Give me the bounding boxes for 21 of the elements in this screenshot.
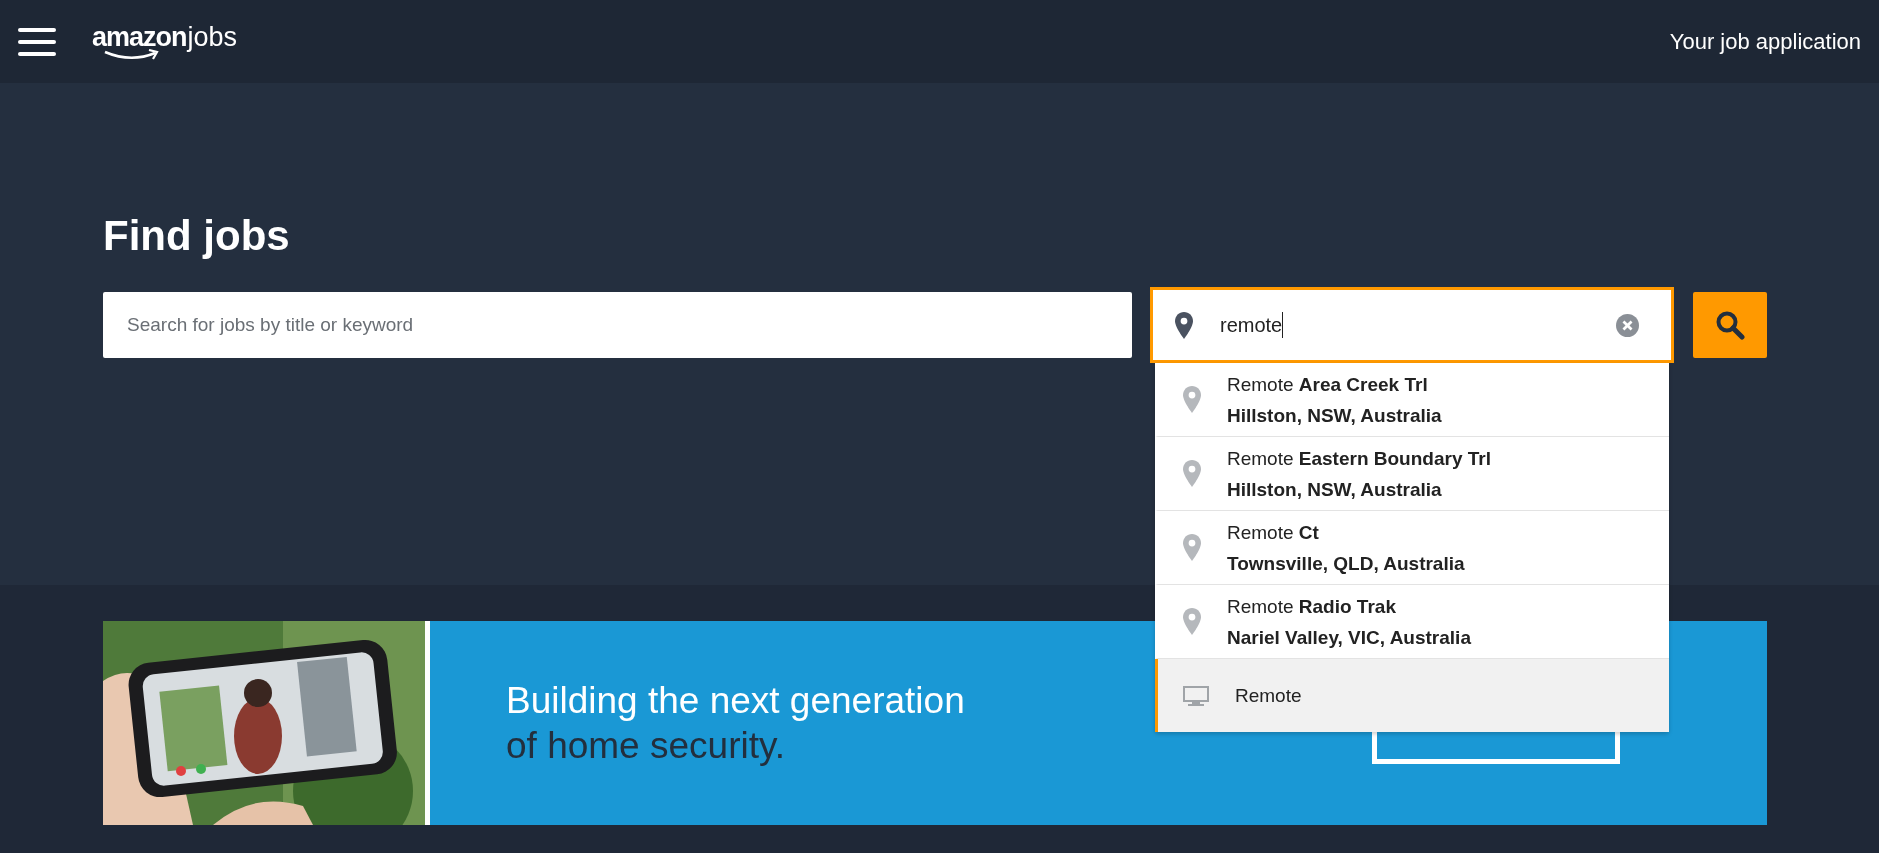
search-icon — [1715, 310, 1745, 341]
suggestion-item[interactable]: Remote Ct Townsville, QLD, Australia — [1155, 511, 1669, 586]
keyword-search-field[interactable]: Search for jobs by title or keyword — [103, 292, 1132, 359]
logo[interactable]: amazonjobs — [92, 22, 238, 61]
suggestion-item[interactable]: Remote Eastern Boundary Trl Hillston, NSW, Australia — [1155, 437, 1669, 512]
location-pin-icon — [1183, 386, 1201, 414]
location-pin-icon — [1175, 311, 1193, 339]
clear-icon[interactable] — [1616, 313, 1639, 337]
location-pin-icon — [1183, 608, 1201, 636]
job-application-link[interactable]: Your job application — [1669, 28, 1861, 55]
search-button[interactable] — [1693, 292, 1767, 359]
page-title: Find jobs — [103, 213, 291, 260]
location-search-field[interactable]: remote — [1150, 287, 1674, 364]
banner-headline: Building the next generation — [506, 679, 965, 723]
menu-icon[interactable] — [18, 26, 56, 57]
location-pin-icon — [1183, 534, 1201, 562]
location-pin-icon — [1183, 460, 1201, 488]
suggestion-item[interactable]: Remote — [1155, 659, 1669, 733]
monitor-icon — [1183, 685, 1209, 706]
banner-headline: of home security. — [506, 724, 786, 768]
suggestion-item[interactable]: Remote Area Creek Trl Hillston, NSW, Australia — [1155, 363, 1669, 438]
